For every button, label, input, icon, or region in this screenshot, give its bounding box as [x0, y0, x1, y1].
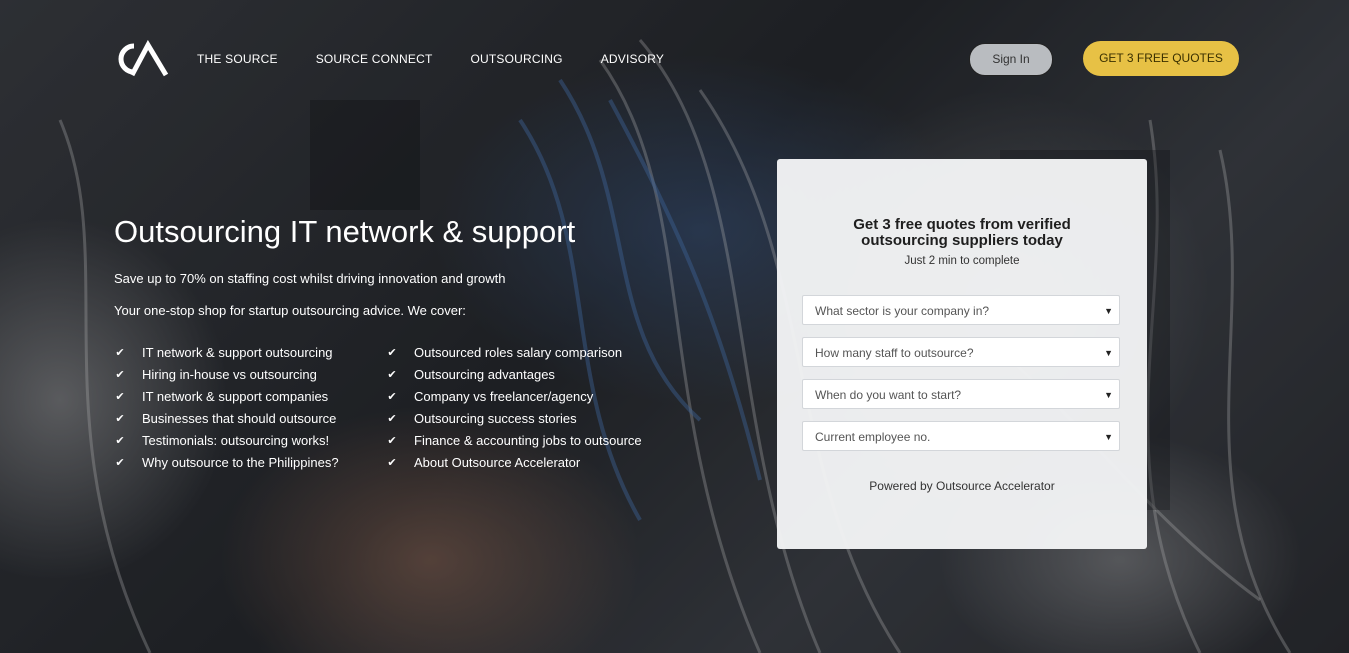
check-icon: ✔ — [115, 390, 125, 403]
check-icon: ✔ — [115, 434, 125, 447]
ca-logo-icon — [118, 39, 169, 77]
list-item: ✔ Outsourced roles salary comparison — [386, 341, 642, 363]
check-icon: ✔ — [387, 412, 397, 425]
hero-intro: Your one-stop shop for startup outsourci… — [114, 303, 466, 318]
list-item: ✔ Company vs freelancer/agency — [386, 385, 642, 407]
topic-link[interactable]: Outsourcing success stories — [414, 411, 577, 426]
list-item: ✔ Finance & accounting jobs to outsource — [386, 429, 642, 451]
page-title: Outsourcing IT network & support — [114, 214, 576, 249]
topic-link[interactable]: Businesses that should outsource — [142, 411, 336, 426]
caret-down-icon: ▼ — [1104, 348, 1113, 358]
topic-link[interactable]: Hiring in-house vs outsourcing — [142, 367, 317, 382]
check-icon: ✔ — [387, 346, 397, 359]
form-heading-line2: outsourcing suppliers today — [861, 232, 1063, 249]
form-heading: Get 3 free quotes from verified outsourc… — [777, 217, 1147, 249]
check-icon: ✔ — [115, 412, 125, 425]
check-icon: ✔ — [387, 390, 397, 403]
nav-the-source[interactable]: THE SOURCE — [197, 51, 278, 67]
get-quotes-button[interactable]: GET 3 FREE QUOTES — [1083, 41, 1239, 76]
sector-select[interactable]: What sector is your company in? ▼ — [802, 295, 1120, 325]
list-item: ✔ Hiring in-house vs outsourcing — [114, 363, 339, 385]
check-icon: ✔ — [115, 346, 125, 359]
powered-by-text: Powered by Outsource Accelerator — [869, 479, 1055, 493]
topic-list-left: ✔ IT network & support outsourcing ✔ Hirin… — [114, 341, 339, 473]
form-heading-line1: Get 3 free quotes from verified — [853, 216, 1071, 233]
list-item: ✔ IT network & support companies — [114, 385, 339, 407]
topic-link[interactable]: Company vs freelancer/agency — [414, 389, 593, 404]
staff-count-select-placeholder: How many staff to outsource? — [815, 346, 974, 360]
list-item: ✔ IT network & support outsourcing — [114, 341, 339, 363]
caret-down-icon: ▼ — [1104, 390, 1113, 400]
topic-link[interactable]: Outsourcing advantages — [414, 367, 555, 382]
topic-link[interactable]: Why outsource to the Philippines? — [142, 455, 339, 470]
topic-link[interactable]: Testimonials: outsourcing works! — [142, 433, 329, 448]
check-icon: ✔ — [115, 368, 125, 381]
staff-count-select[interactable]: How many staff to outsource? ▼ — [802, 337, 1120, 367]
nav-advisory[interactable]: ADVISORY — [601, 51, 664, 67]
brand-logo[interactable] — [112, 39, 170, 78]
employee-count-select[interactable]: Current employee no. ▼ — [802, 421, 1120, 451]
check-icon: ✔ — [387, 368, 397, 381]
topic-link[interactable]: IT network & support companies — [142, 389, 328, 404]
main-nav: THE SOURCE SOURCE CONNECT OUTSOURCING AD… — [197, 51, 664, 67]
start-time-select-placeholder: When do you want to start? — [815, 388, 962, 402]
nav-outsourcing[interactable]: OUTSOURCING — [471, 51, 563, 67]
form-subheading: Just 2 min to complete — [904, 255, 1020, 267]
list-item: ✔ Why outsource to the Philippines? — [114, 451, 339, 473]
sector-select-placeholder: What sector is your company in? — [815, 304, 990, 318]
check-icon: ✔ — [387, 456, 397, 469]
start-time-select[interactable]: When do you want to start? ▼ — [802, 379, 1120, 409]
list-item: ✔ Outsourcing advantages — [386, 363, 642, 385]
quote-form-card: Get 3 free quotes from verified outsourc… — [777, 159, 1147, 549]
check-icon: ✔ — [115, 456, 125, 469]
list-item: ✔ Testimonials: outsourcing works! — [114, 429, 339, 451]
list-item: ✔ Outsourcing success stories — [386, 407, 642, 429]
topic-link[interactable]: IT network & support outsourcing — [142, 345, 333, 360]
list-item: ✔ About Outsource Accelerator — [386, 451, 642, 473]
topic-list-right: ✔ Outsourced roles salary comparison ✔ Out… — [386, 341, 642, 473]
topic-link[interactable]: About Outsource Accelerator — [414, 455, 580, 470]
topic-link[interactable]: Finance & accounting jobs to outsource — [414, 433, 642, 448]
sign-in-button[interactable]: Sign In — [969, 43, 1053, 76]
list-item: ✔ Businesses that should outsource — [114, 407, 339, 429]
caret-down-icon: ▼ — [1104, 432, 1113, 442]
topic-link[interactable]: Outsourced roles salary comparison — [414, 345, 622, 360]
caret-down-icon: ▼ — [1104, 306, 1113, 316]
check-icon: ✔ — [387, 434, 397, 447]
employee-count-select-placeholder: Current employee no. — [815, 430, 931, 444]
nav-source-connect[interactable]: SOURCE CONNECT — [316, 51, 433, 67]
hero-subtitle: Save up to 70% on staffing cost whilst d… — [114, 271, 506, 286]
